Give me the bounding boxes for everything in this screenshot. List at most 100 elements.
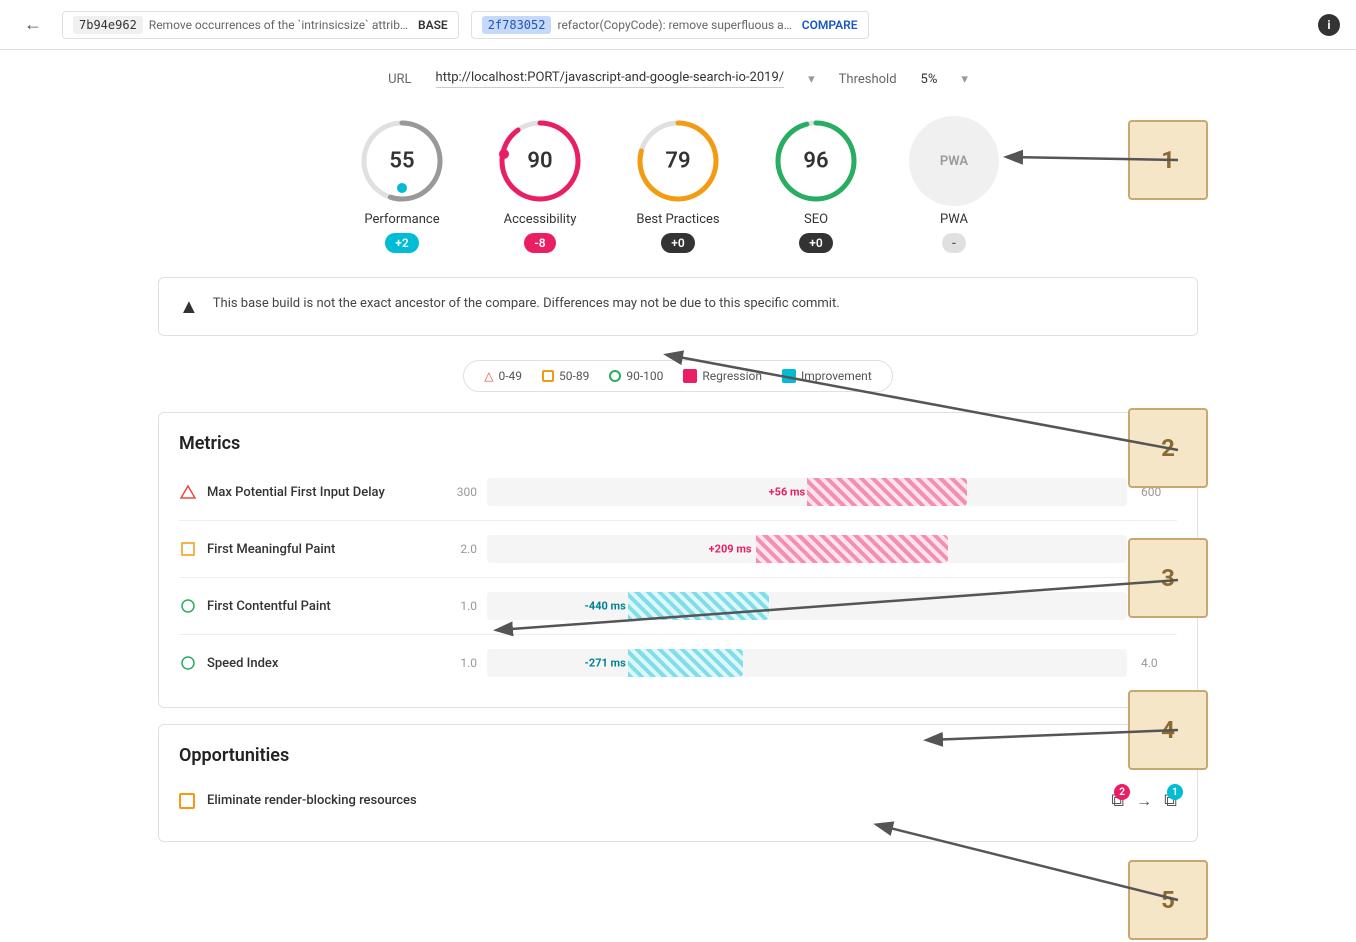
metric-icon-speed-index [179, 654, 197, 672]
arrow-icon: → [1136, 791, 1152, 811]
metrics-title: Metrics [179, 433, 1177, 454]
opportunity-compare-btn[interactable]: ⧉ 1 [1164, 790, 1177, 811]
base-count-badge: 2 [1114, 784, 1130, 800]
score-item-accessibility: 90 Accessibility -8 [495, 116, 585, 253]
opportunity-row-0: Eliminate render-blocking resources ⧉ 2 … [179, 780, 1177, 821]
warning-text: This base build is not the exact ancesto… [213, 294, 840, 314]
legend-label-improvement: Improvement [801, 369, 872, 383]
legend-improvement-icon [782, 369, 796, 383]
score-circle-best-practices: 79 [633, 116, 723, 206]
legend-label-50-89: 50-89 [559, 369, 589, 383]
base-commit-pill: 7b94e962 Remove occurrences of the `intr… [62, 11, 459, 39]
metric-bar-max-fid: +56 ms [487, 478, 1127, 506]
score-badge-performance: +2 [385, 233, 418, 253]
metric-bar-fill-speed-index [628, 649, 743, 677]
metric-right-speed-index: 4.0 [1137, 656, 1177, 670]
annotation-box-1: 1 [1128, 120, 1208, 200]
score-item-performance: 55 Performance +2 [357, 116, 447, 253]
info-icon[interactable]: i [1318, 14, 1340, 36]
score-label-accessibility: Accessibility [504, 212, 577, 227]
header-bar: ← 7b94e962 Remove occurrences of the `in… [0, 0, 1356, 50]
opportunity-base-btn[interactable]: ⧉ 2 [1111, 790, 1124, 811]
score-badge-best-practices: +0 [661, 233, 694, 253]
main-content: URL http://localhost:PORT/javascript-and… [128, 50, 1228, 878]
metric-bar-label-speed-index: -271 ms [585, 657, 626, 670]
legend-item-regression: Regression [683, 369, 762, 383]
legend-item-improvement: Improvement [782, 369, 872, 383]
scores-row: 55 Performance +2 90 Accessibility -8 [158, 116, 1198, 253]
metrics-section: Metrics Max Potential First Input Delay … [158, 412, 1198, 708]
metric-bar-label-fmp: +209 ms [709, 543, 752, 556]
opportunity-name-0: Eliminate render-blocking resources [207, 793, 1099, 808]
base-commit-label: BASE [418, 18, 448, 32]
url-label: URL [388, 72, 411, 87]
opportunities-section: Opportunities Eliminate render-blocking … [158, 724, 1198, 842]
metric-row-max-fid: Max Potential First Input Delay 300 +56 … [179, 468, 1177, 516]
legend-item-0-49: △ 0-49 [484, 369, 522, 383]
metric-left-fmp: 2.0 [437, 542, 477, 556]
metric-bar-fill-max-fid [807, 478, 967, 506]
url-dropdown-arrow[interactable]: ▾ [808, 72, 815, 87]
annotation-box-4: 4 [1128, 690, 1208, 770]
url-value[interactable]: http://localhost:PORT/javascript-and-goo… [436, 70, 785, 88]
legend-label-regression: Regression [702, 369, 762, 383]
metric-bar-fill-fcp [628, 592, 769, 620]
legend-circle-icon [609, 370, 621, 382]
threshold-value[interactable]: 5% [921, 72, 938, 87]
metric-name-max-fid: Max Potential First Input Delay [207, 485, 427, 500]
annotation-box-3: 3 [1128, 538, 1208, 618]
metric-bar-fill-fmp [756, 535, 948, 563]
score-label-performance: Performance [364, 212, 439, 227]
threshold-label: Threshold [839, 72, 897, 87]
metric-icon-fcp [179, 597, 197, 615]
legend-label-90-100: 90-100 [626, 369, 663, 383]
score-circle-performance: 55 [357, 116, 447, 206]
score-circle-accessibility: 90 [495, 116, 585, 206]
back-button[interactable]: ← [16, 10, 50, 39]
score-item-pwa: PWA PWA - [909, 116, 999, 253]
legend-regression-icon [683, 369, 697, 383]
annotation-box-5: 5 [1128, 860, 1208, 940]
threshold-dropdown-arrow[interactable]: ▾ [961, 72, 968, 87]
legend-label-0-49: 0-49 [498, 369, 522, 383]
compare-count-badge: 1 [1167, 784, 1183, 800]
base-commit-message: Remove occurrences of the `intrinsicsize… [149, 18, 408, 32]
metric-name-speed-index: Speed Index [207, 656, 427, 671]
legend: △ 0-49 50-89 90-100 Regression Improveme… [463, 360, 893, 392]
pwa-circle: PWA [909, 116, 999, 206]
warning-banner: ▲ This base build is not the exact ances… [158, 277, 1198, 336]
metric-row-speed-index: Speed Index 1.0 -271 ms 4.0 [179, 639, 1177, 687]
opportunity-actions-0: ⧉ 2 → ⧉ 1 [1111, 790, 1177, 811]
metric-name-fmp: First Meaningful Paint [207, 542, 427, 557]
metric-row-fmp: First Meaningful Paint 2.0 +209 ms 4.0 [179, 525, 1177, 573]
base-commit-hash[interactable]: 7b94e962 [73, 16, 143, 34]
compare-commit-message: refactor(CopyCode): remove superfluous a… [557, 18, 791, 32]
warning-icon: ▲ [179, 294, 199, 319]
legend-item-90-100: 90-100 [609, 369, 663, 383]
score-badge-accessibility: -8 [524, 233, 555, 253]
metric-bar-fmp: +209 ms [487, 535, 1127, 563]
metric-bar-fcp: -440 ms [487, 592, 1127, 620]
score-label-best-practices: Best Practices [636, 212, 719, 227]
metric-left-max-fid: 300 [437, 485, 477, 499]
score-value-seo: 96 [803, 149, 828, 174]
metric-name-fcp: First Contentful Paint [207, 599, 427, 614]
score-label-pwa: PWA [940, 212, 968, 227]
compare-commit-label: COMPARE [802, 18, 858, 32]
score-badge-seo: +0 [799, 233, 832, 253]
compare-commit-pill: 2f783052 refactor(CopyCode): remove supe… [471, 11, 869, 39]
score-value-best-practices: 79 [665, 149, 690, 174]
metric-left-speed-index: 1.0 [437, 656, 477, 670]
url-bar: URL http://localhost:PORT/javascript-and… [158, 70, 1198, 88]
metric-icon-max-fid [179, 483, 197, 501]
metric-bar-label-fcp: -440 ms [585, 600, 626, 613]
score-item-seo: 96 SEO +0 [771, 116, 861, 253]
score-circle-seo: 96 [771, 116, 861, 206]
legend-square-icon [542, 370, 554, 382]
metric-icon-fmp [179, 540, 197, 558]
score-value-accessibility: 90 [527, 149, 552, 174]
opportunities-title: Opportunities [179, 745, 1177, 766]
legend-triangle-icon: △ [484, 369, 493, 383]
metric-bar-speed-index: -271 ms [487, 649, 1127, 677]
compare-commit-hash[interactable]: 2f783052 [482, 16, 552, 34]
